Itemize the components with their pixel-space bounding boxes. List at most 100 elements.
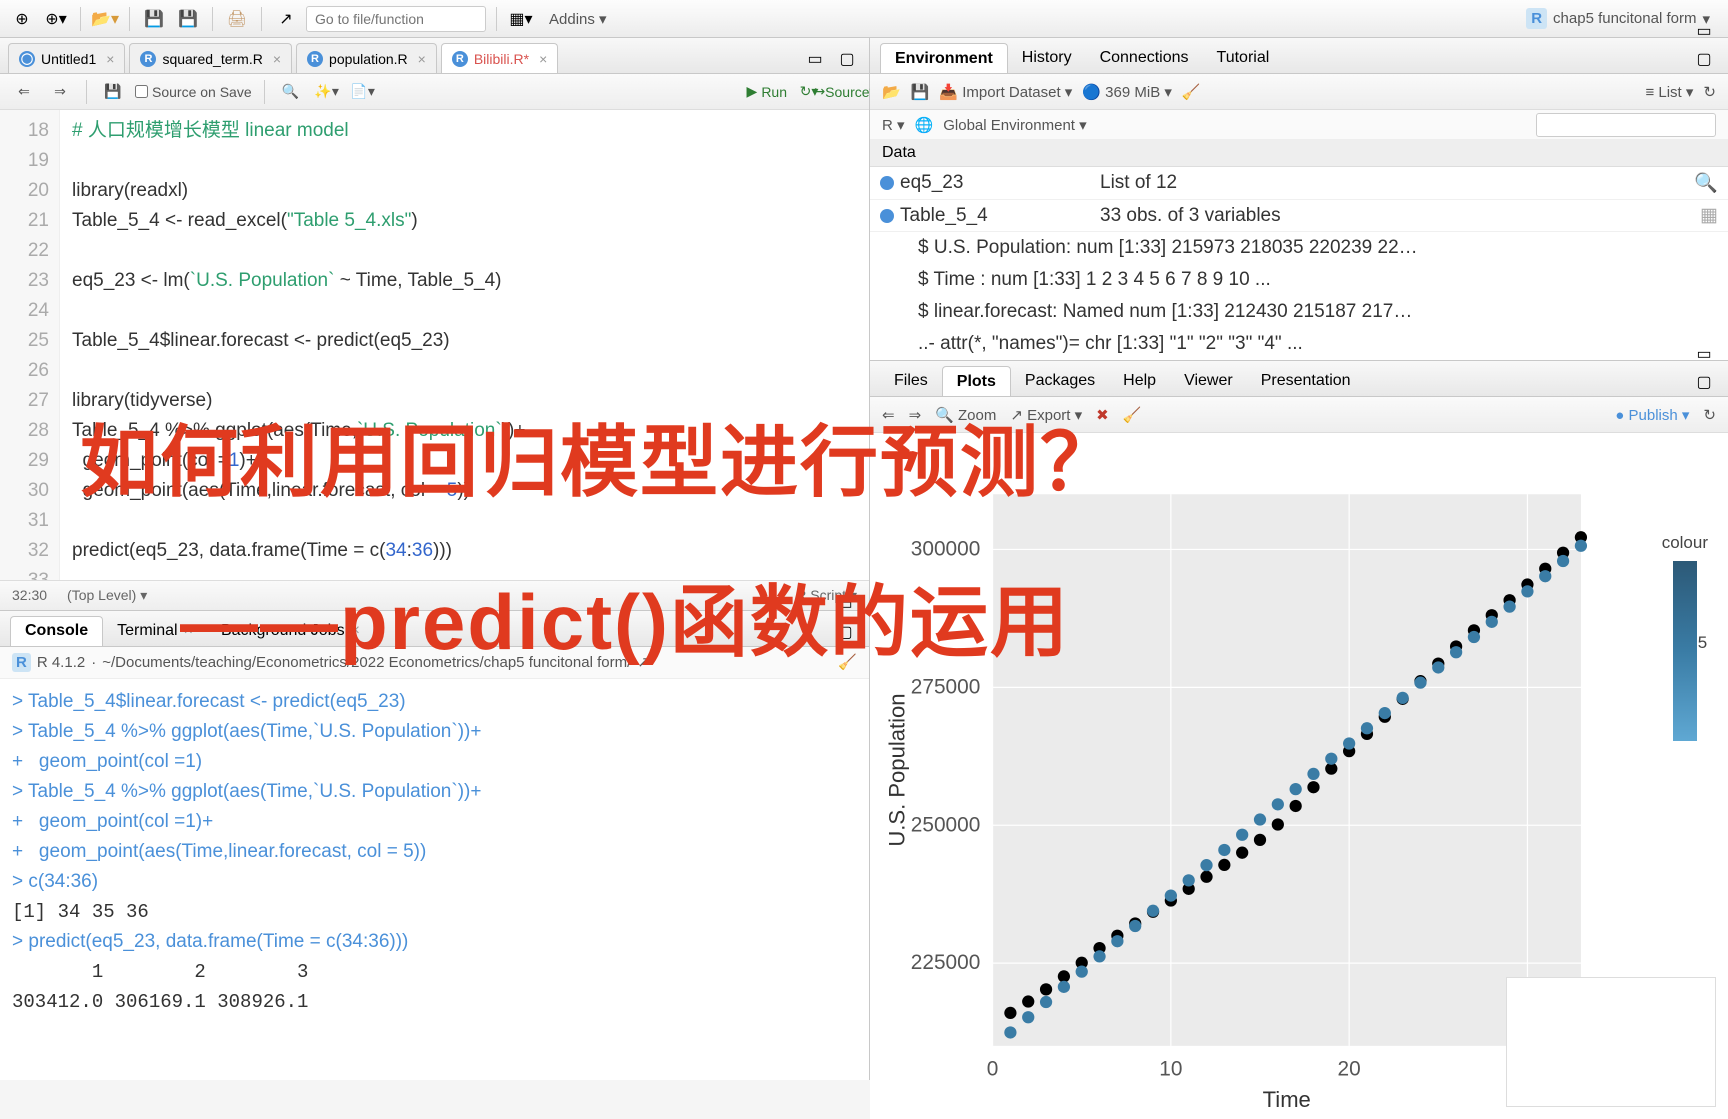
scope-dropdown[interactable]: Global Environment ▾ (943, 116, 1086, 134)
report-icon[interactable]: 📄▾ (349, 78, 377, 106)
forward-icon[interactable]: ⇒ (46, 78, 74, 106)
globe-icon: 🌐 (915, 116, 934, 134)
addins-menu[interactable]: Addins ▾ (541, 10, 615, 28)
tab-history[interactable]: History (1008, 43, 1086, 73)
tab-files[interactable]: Files (880, 366, 942, 396)
close-icon[interactable]: × (418, 51, 426, 67)
run-button[interactable]: ▶ Run (747, 83, 787, 100)
svg-text:Time: Time (1263, 1087, 1311, 1112)
env-search-input[interactable] (1536, 113, 1716, 137)
tab-viewer[interactable]: Viewer (1170, 366, 1247, 396)
list-view-button[interactable]: ≡ List ▾ (1645, 83, 1693, 101)
tab-environment[interactable]: Environment (880, 43, 1008, 73)
env-var-forecast: $ linear.forecast: Named num [1:33] 2124… (870, 296, 1728, 328)
source-button[interactable]: ↪ Source ▾ (831, 78, 859, 106)
editor-tabs: ◯Untitled1× Rsquared_term.R× Rpopulation… (0, 38, 869, 74)
tab-plots[interactable]: Plots (942, 366, 1011, 396)
new-project-button[interactable]: ⊕▾ (42, 5, 70, 33)
r-file-icon: R (140, 51, 156, 67)
file-icon: ◯ (19, 51, 35, 67)
overlay-title-1: 如何利用回归模型进行预测？ (80, 400, 1120, 512)
minimize-pane-icon[interactable]: ▭ (801, 45, 829, 73)
env-var-attr: ..- attr(*, "names")= chr [1:33] "1" "2"… (870, 328, 1728, 360)
svg-text:U.S. Population: U.S. Population (884, 693, 909, 846)
svg-text:20: 20 (1338, 1057, 1361, 1080)
memory-indicator[interactable]: 🔵 369 MiB ▾ (1082, 83, 1172, 101)
env-var-time: $ Time : num [1:33] 1 2 3 4 5 6 7 8 9 10… (870, 264, 1728, 296)
load-icon[interactable]: 📂 (882, 83, 901, 101)
tab-bilibili[interactable]: RBilibili.R*× (441, 43, 558, 73)
r-icon: R (12, 653, 31, 672)
tab-packages[interactable]: Packages (1011, 366, 1109, 396)
console-output[interactable]: > Table_5_4$linear.forecast <- predict(e… (0, 679, 869, 1081)
overlay-title-2: ——predict()函数的运用 (180, 560, 1070, 672)
r-version: R 4.1.2 (37, 654, 85, 671)
r-dropdown[interactable]: R ▾ (882, 116, 905, 134)
env-data-list: eq5_23 List of 12 🔍 Table_5_4 33 obs. of… (870, 167, 1728, 360)
svg-text:250000: 250000 (911, 813, 981, 836)
tab-squared-term[interactable]: Rsquared_term.R× (129, 43, 292, 73)
open-file-button[interactable]: 📂▾ (91, 5, 119, 33)
goto-input[interactable] (306, 6, 486, 32)
r-file-icon: R (307, 51, 323, 67)
close-icon[interactable]: × (106, 51, 114, 67)
save-icon[interactable]: 💾 (911, 83, 930, 101)
save-button[interactable]: 💾 (140, 5, 168, 33)
refresh-icon[interactable]: ↻ (1703, 83, 1716, 101)
grid-icon[interactable]: ▦ (1700, 204, 1718, 227)
env-object-eq5_23[interactable]: eq5_23 List of 12 🔍 (870, 167, 1728, 200)
save-all-button[interactable]: 💾 (174, 5, 202, 33)
svg-text:225000: 225000 (911, 951, 981, 974)
svg-text:0: 0 (987, 1057, 999, 1080)
env-scope-bar: R ▾ 🌐 Global Environment ▾ (870, 110, 1728, 140)
wand-icon[interactable]: ✨▾ (313, 78, 341, 106)
env-object-table54[interactable]: Table_5_4 33 obs. of 3 variables ▦ (870, 200, 1728, 232)
save-icon[interactable]: 💾 (99, 78, 127, 106)
tab-tutorial[interactable]: Tutorial (1203, 43, 1284, 73)
new-file-button[interactable]: ⊕ (8, 5, 36, 33)
maximize-pane-icon[interactable]: ▢ (1690, 368, 1718, 396)
env-var-population: $ U.S. Population: num [1:33] 215973 218… (870, 232, 1728, 264)
minimize-pane-icon[interactable]: ▭ (1690, 340, 1718, 368)
plot-thumbnail[interactable] (1506, 977, 1716, 1107)
close-icon[interactable]: × (539, 51, 547, 67)
expand-icon[interactable] (880, 176, 894, 190)
find-icon[interactable]: 🔍 (277, 78, 305, 106)
clear-plots-icon[interactable]: 🧹 (1123, 406, 1142, 424)
publish-button[interactable]: ● Publish ▾ (1615, 406, 1689, 424)
tab-untitled1[interactable]: ◯Untitled1× (8, 43, 125, 73)
maximize-pane-icon[interactable]: ▢ (1690, 45, 1718, 73)
search-icon[interactable]: 🔍 (1694, 171, 1718, 195)
close-icon[interactable]: × (273, 51, 281, 67)
cursor-position: 32:30 (12, 587, 47, 603)
tab-presentation[interactable]: Presentation (1247, 366, 1365, 396)
back-icon[interactable]: ⇐ (10, 78, 38, 106)
import-dataset-button[interactable]: 📥 Import Dataset ▾ (939, 83, 1072, 101)
tab-console[interactable]: Console (10, 616, 103, 646)
print-button[interactable]: 🖨 (223, 5, 251, 33)
tab-population[interactable]: Rpopulation.R× (296, 43, 437, 73)
tab-help[interactable]: Help (1109, 366, 1170, 396)
r-file-icon: R (452, 51, 468, 67)
source-on-save-check[interactable]: Source on Save (135, 84, 252, 100)
broom-icon[interactable]: 🧹 (1182, 83, 1201, 101)
data-section-header: Data (870, 140, 1728, 167)
minimize-pane-icon[interactable]: ▭ (1690, 17, 1718, 45)
refresh-plot-icon[interactable]: ↻ (1703, 406, 1716, 424)
collapse-icon[interactable] (880, 209, 894, 223)
line-gutter: 18192021222324252627282930313233 (0, 110, 60, 580)
editor-toolbar: ⇐ ⇒ 💾 Source on Save 🔍 ✨▾ 📄▾ ▶ Run ↻▾ ↪ … (0, 74, 869, 110)
plot-canvas: 0102030225000250000275000300000TimeU.S. … (870, 433, 1728, 1119)
env-toolbar: 📂 💾 📥 Import Dataset ▾ 🔵 369 MiB ▾ 🧹 ≡ L… (870, 74, 1728, 110)
maximize-pane-icon[interactable]: ▢ (833, 45, 861, 73)
env-tabs: Environment History Connections Tutorial… (870, 38, 1728, 74)
scope-selector[interactable]: (Top Level) ▾ (67, 587, 147, 604)
grid-button[interactable]: ▦▾ (507, 5, 535, 33)
tab-connections[interactable]: Connections (1086, 43, 1203, 73)
svg-text:300000: 300000 (911, 538, 981, 561)
svg-text:275000: 275000 (911, 675, 981, 698)
main-toolbar: ⊕ ⊕▾ 📂▾ 💾 💾 🖨 ↗ ▦▾ Addins ▾ R chap5 func… (0, 0, 1728, 38)
svg-text:10: 10 (1159, 1057, 1182, 1080)
goto-icon: ↗ (272, 5, 300, 33)
plot-legend: colour 5 (1662, 533, 1708, 749)
